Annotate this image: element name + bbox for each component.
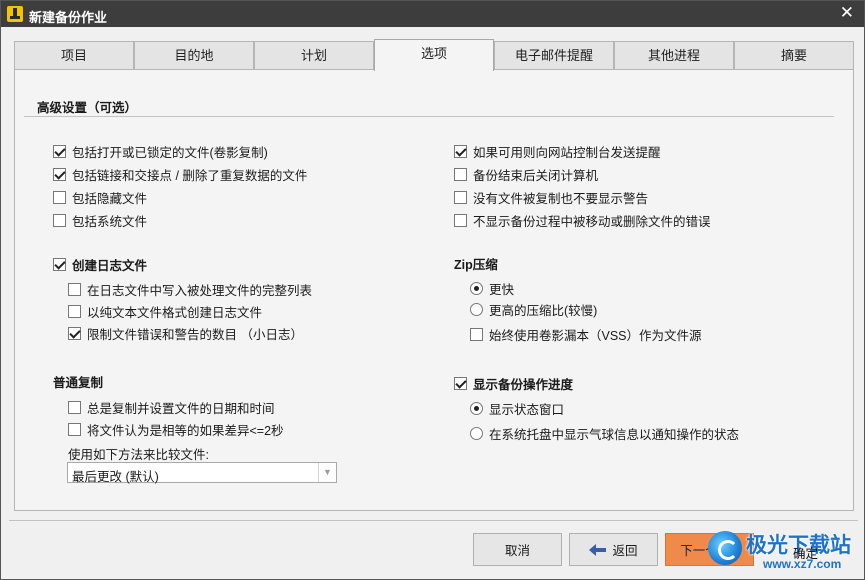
dialog-window: 新建备份作业 ✕ 项目 目的地 计划 选项 电子邮件提醒 其他进程 摘要 高级设…	[0, 0, 865, 580]
checkbox-box[interactable]	[454, 191, 467, 204]
show-status-window-radio[interactable]: 显示状态窗口	[470, 399, 564, 418]
log-plain-text-checkbox[interactable]: 以纯文本文件格式创建日志文件	[68, 302, 262, 321]
tab-options[interactable]: 选项	[374, 39, 494, 71]
radio-dot[interactable]	[470, 402, 483, 415]
checkbox-box[interactable]	[53, 145, 66, 158]
include-links-checkbox[interactable]: 包括链接和交接点 / 删除了重复数据的文件	[53, 165, 307, 184]
radio-dot[interactable]	[470, 282, 483, 295]
tab-other-processes[interactable]: 其他进程	[614, 41, 734, 70]
watermark: 极光下载站 www.xz7.com	[708, 529, 863, 577]
checkbox-label: 显示备份操作进度	[473, 378, 574, 392]
cancel-button[interactable]: 取消	[473, 533, 562, 566]
tab-bar: 项目 目的地 计划 选项 电子邮件提醒 其他进程 摘要	[14, 39, 854, 71]
checkbox-label: 不显示备份过程中被移动或删除文件的错误	[473, 215, 711, 229]
confirm-button[interactable]: 确定	[793, 543, 818, 562]
checkbox-label: 包括系统文件	[72, 215, 148, 229]
checkbox-label: 始终使用卷影漏本（VSS）作为文件源	[489, 329, 702, 343]
checkbox-label: 总是复制并设置文件的日期和时间	[87, 402, 275, 416]
watermark-logo-icon	[708, 531, 742, 565]
zip-faster-radio[interactable]: 更快	[470, 279, 514, 298]
radio-label: 更高的压缩比(较慢)	[489, 304, 598, 318]
advanced-settings-title: 高级设置（可选）	[37, 101, 138, 115]
tab-email-alerts[interactable]: 电子邮件提醒	[494, 41, 614, 70]
checkbox-label: 包括链接和交接点 / 删除了重复数据的文件	[72, 169, 308, 183]
send-console-alert-checkbox[interactable]: 如果可用则向网站控制台发送提醒	[454, 142, 661, 161]
zip-section-title: Zip压缩	[454, 258, 498, 272]
log-limit-errors-checkbox[interactable]: 限制文件错误和警告的数目 （小日志）	[68, 324, 303, 343]
checkbox-label: 备份结束后关闭计算机	[473, 169, 599, 183]
checkbox-label: 以纯文本文件格式创建日志文件	[87, 306, 263, 320]
back-button[interactable]: 返回	[569, 533, 658, 566]
checkbox-box[interactable]	[68, 283, 81, 296]
compare-method-value: 最后更改 (默认)	[72, 470, 159, 484]
checkbox-box[interactable]	[68, 327, 81, 340]
tab-summary[interactable]: 摘要	[734, 41, 854, 70]
chevron-down-icon[interactable]: ▼	[318, 463, 336, 482]
always-use-vss-checkbox[interactable]: 始终使用卷影漏本（VSS）作为文件源	[470, 325, 702, 344]
radio-dot[interactable]	[470, 427, 483, 440]
checkbox-box[interactable]	[454, 145, 467, 158]
equal-within-2s-checkbox[interactable]: 将文件认为是相等的如果差异<=2秒	[68, 420, 284, 439]
checkbox-box[interactable]	[454, 377, 467, 390]
title-bar[interactable]: 新建备份作业 ✕	[1, 1, 864, 27]
checkbox-box[interactable]	[470, 328, 483, 341]
checkbox-box[interactable]	[68, 423, 81, 436]
no-warning-no-files-checkbox[interactable]: 没有文件被复制也不要显示警告	[454, 188, 648, 207]
checkbox-label: 没有文件被复制也不要显示警告	[473, 192, 649, 206]
include-system-files-checkbox[interactable]: 包括系统文件	[53, 211, 147, 230]
radio-label: 更快	[489, 283, 515, 297]
radio-label: 显示状态窗口	[489, 403, 565, 417]
close-icon[interactable]: ✕	[840, 3, 854, 23]
footer-divider	[9, 520, 858, 521]
checkbox-label: 如果可用则向网站控制台发送提醒	[473, 146, 661, 160]
checkbox-box[interactable]	[68, 305, 81, 318]
checkbox-label: 包括打开或已锁定的文件(卷影复制)	[72, 146, 268, 160]
always-copy-datetime-checkbox[interactable]: 总是复制并设置文件的日期和时间	[68, 398, 275, 417]
create-log-file-checkbox[interactable]: 创建日志文件	[53, 255, 147, 274]
include-hidden-files-checkbox[interactable]: 包括隐藏文件	[53, 188, 147, 207]
show-tray-balloon-radio[interactable]: 在系统托盘中显示气球信息以通知操作的状态	[470, 424, 739, 443]
compare-method-label: 使用如下方法来比较文件:	[68, 448, 209, 462]
tab-destination[interactable]: 目的地	[134, 41, 254, 70]
checkbox-box[interactable]	[53, 214, 66, 227]
checkbox-box[interactable]	[454, 214, 467, 227]
shutdown-after-backup-checkbox[interactable]: 备份结束后关闭计算机	[454, 165, 598, 184]
tab-schedule[interactable]: 计划	[254, 41, 374, 70]
checkbox-label: 限制文件错误和警告的数目 （小日志）	[87, 328, 303, 342]
compare-method-select[interactable]: 最后更改 (默认) ▼	[67, 462, 337, 484]
cancel-button-label: 取消	[504, 544, 530, 558]
checkbox-label: 在日志文件中写入被处理文件的完整列表	[87, 284, 313, 298]
checkbox-box[interactable]	[53, 191, 66, 204]
radio-dot[interactable]	[470, 303, 483, 316]
include-open-files-checkbox[interactable]: 包括打开或已锁定的文件(卷影复制)	[53, 142, 268, 161]
arrow-left-icon	[589, 543, 607, 556]
checkbox-label: 包括隐藏文件	[72, 192, 148, 206]
tab-items[interactable]: 项目	[14, 41, 134, 70]
radio-label: 在系统托盘中显示气球信息以通知操作的状态	[489, 428, 740, 442]
normal-copy-title: 普通复制	[53, 376, 104, 390]
back-button-label: 返回	[612, 544, 638, 558]
log-full-file-list-checkbox[interactable]: 在日志文件中写入被处理文件的完整列表	[68, 280, 312, 299]
app-icon	[7, 6, 23, 22]
show-progress-checkbox[interactable]: 显示备份操作进度	[454, 374, 573, 393]
checkbox-box[interactable]	[454, 168, 467, 181]
checkbox-label: 将文件认为是相等的如果差异<=2秒	[87, 424, 284, 438]
zip-higher-ratio-radio[interactable]: 更高的压缩比(较慢)	[470, 300, 597, 319]
checkbox-box[interactable]	[53, 258, 66, 271]
checkbox-label: 创建日志文件	[72, 259, 148, 273]
section-divider	[24, 116, 834, 117]
checkbox-box[interactable]	[68, 401, 81, 414]
window-title: 新建备份作业	[29, 10, 108, 25]
hide-moved-file-errors-checkbox[interactable]: 不显示备份过程中被移动或删除文件的错误	[454, 211, 711, 230]
checkbox-box[interactable]	[53, 168, 66, 181]
